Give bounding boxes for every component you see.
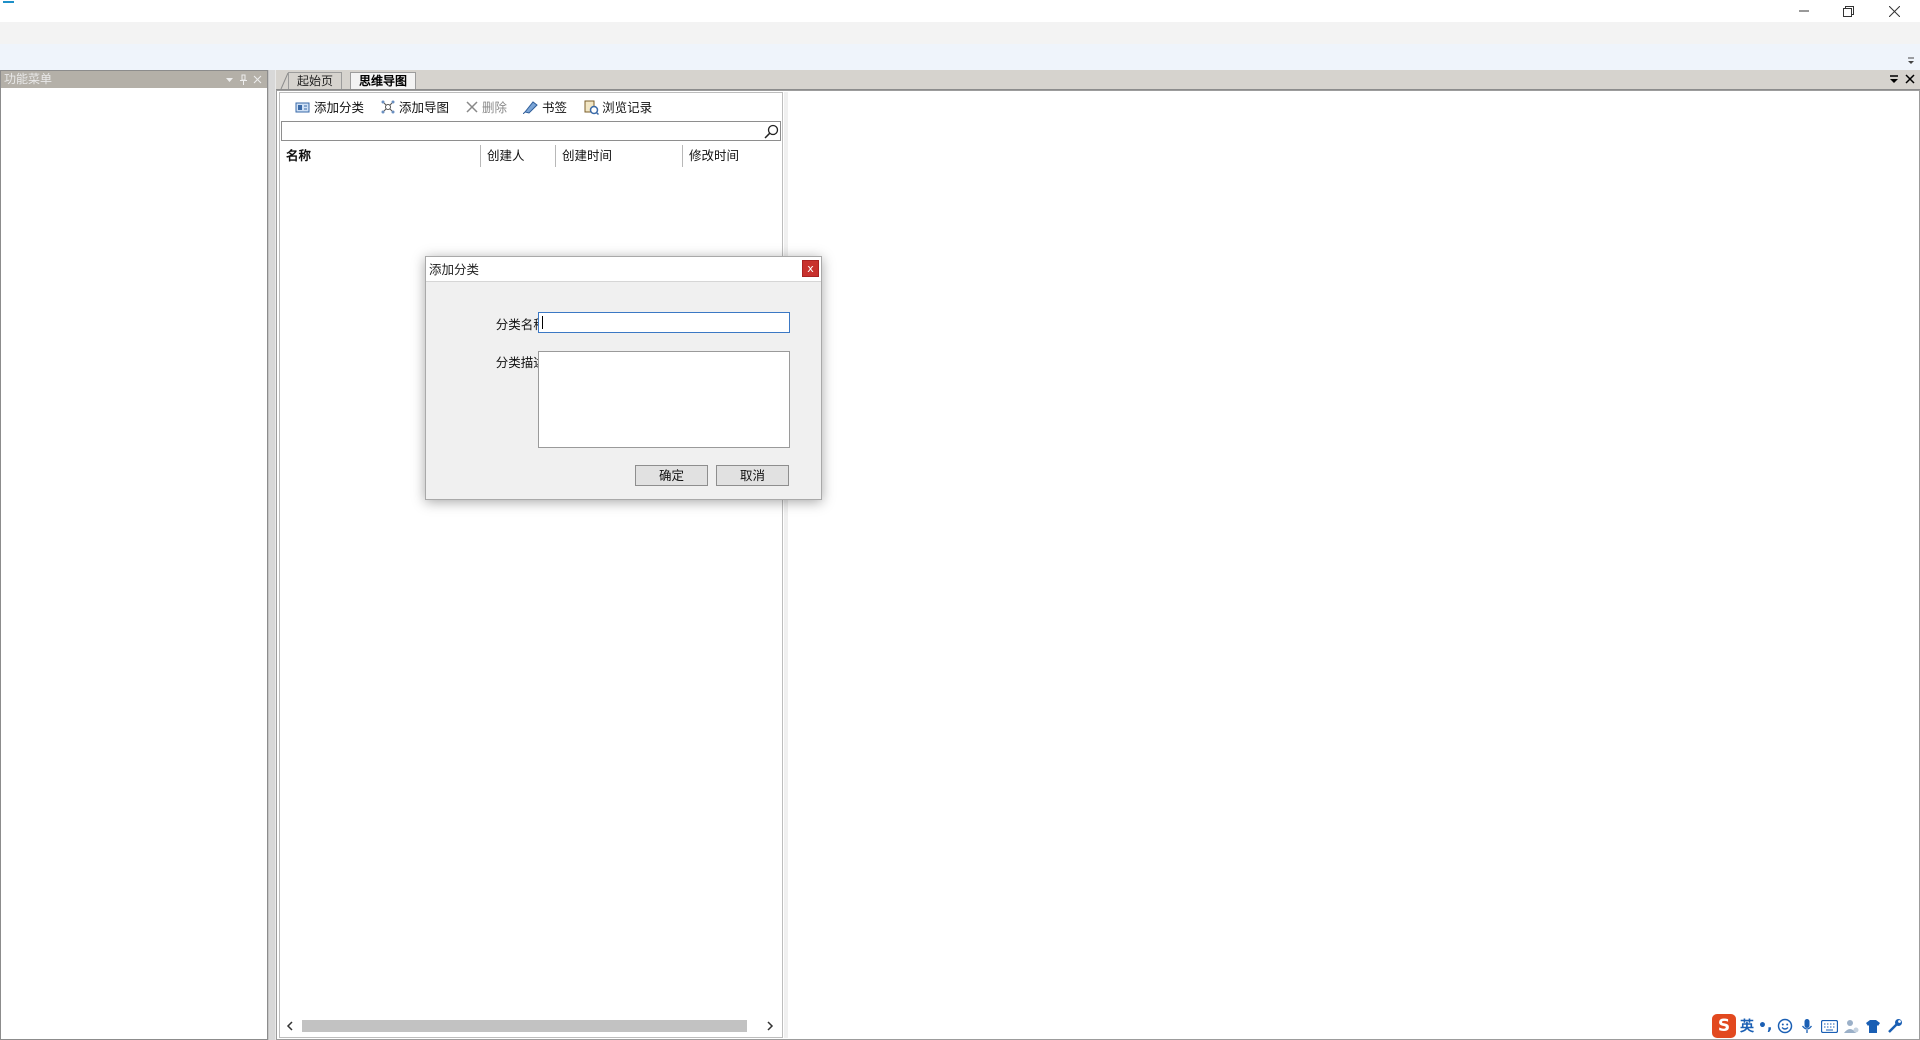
column-header-modified[interactable]: 修改时间 (683, 145, 782, 167)
emoji-icon[interactable] (1776, 1017, 1794, 1035)
history-button[interactable]: 浏览记录 (578, 97, 657, 117)
tab-label: 思维导图 (359, 74, 408, 88)
restore-icon (1842, 5, 1854, 17)
pin-icon[interactable] (237, 73, 249, 85)
panel-title: 功能菜单 (4, 72, 53, 86)
add-category-button[interactable]: 添加分类 (290, 97, 369, 117)
column-header-created[interactable]: 创建时间 (556, 145, 683, 167)
bookmark-button[interactable]: 书签 (518, 97, 572, 117)
history-label: 浏览记录 (602, 100, 653, 115)
column-header-creator[interactable]: 创建人 (481, 145, 556, 167)
delete-x-icon (466, 100, 478, 113)
tab-mind-map[interactable]: 思维导图 (350, 72, 417, 89)
function-menu-panel: 功能菜单 (0, 70, 268, 1040)
scroll-right-icon[interactable] (764, 1020, 776, 1032)
tab-close-icon[interactable] (1904, 73, 1916, 85)
ok-button[interactable]: 确定 (635, 465, 708, 486)
bookmark-label: 书签 (542, 100, 568, 115)
column-label: 创建时间 (562, 148, 613, 163)
minimize-button[interactable] (1782, 0, 1826, 22)
panel-close-icon[interactable] (251, 73, 263, 85)
panel-header: 功能菜单 (1, 71, 267, 88)
category-desc-label: 分类描述: (495, 355, 550, 370)
pane-divider[interactable] (784, 92, 788, 1038)
delete-button[interactable]: 删除 (460, 97, 512, 117)
ribbon-collapse-icon[interactable] (1906, 55, 1916, 65)
skin-shirt-icon[interactable] (1864, 1017, 1882, 1035)
ime-toolbar: S 英 •, (1712, 1014, 1920, 1038)
restore-button[interactable] (1826, 0, 1870, 22)
panel-dropdown-icon[interactable] (223, 73, 235, 85)
cancel-button[interactable]: 取消 (716, 465, 789, 486)
column-label: 修改时间 (689, 148, 740, 163)
history-icon (584, 100, 600, 115)
column-label: 名称 (286, 148, 312, 163)
scrollbar-thumb[interactable] (302, 1020, 747, 1032)
add-map-label: 添加导图 (399, 100, 450, 115)
keyboard-icon[interactable] (1820, 1017, 1838, 1035)
scroll-left-icon[interactable] (284, 1020, 296, 1032)
panel-splitter[interactable] (268, 70, 276, 1040)
dialog-title: 添加分类 (429, 262, 480, 277)
dialog-titlebar[interactable]: 添加分类 x (426, 257, 821, 282)
add-category-icon (295, 102, 310, 112)
add-category-label: 添加分类 (314, 100, 365, 115)
ime-logo[interactable]: S (1712, 1014, 1736, 1038)
app-icon (3, 1, 14, 3)
document-tabstrip: 起始页 思维导图 (276, 70, 1920, 90)
bookmark-icon (523, 100, 538, 114)
ime-punct-toggle[interactable]: •, (1758, 1018, 1772, 1034)
microphone-icon[interactable] (1798, 1017, 1816, 1035)
search-button[interactable] (762, 123, 780, 140)
list-header: 名称 创建人 创建时间 修改时间 (280, 145, 782, 167)
window-titlebar (0, 0, 1920, 22)
tab-label: 起始页 (297, 74, 334, 88)
category-name-input[interactable] (538, 312, 790, 333)
category-name-label: 分类名称: (495, 317, 550, 332)
user-icon[interactable] (1842, 1017, 1860, 1035)
horizontal-scrollbar[interactable] (280, 1016, 782, 1036)
list-toolbar: 添加分类 添加导图 删除 书签 浏览记录 (280, 93, 782, 120)
tab-start-page[interactable]: 起始页 (288, 72, 343, 89)
ribbon-area (0, 44, 1920, 70)
mind-map-icon (381, 100, 395, 113)
settings-wrench-icon[interactable] (1886, 1017, 1904, 1035)
search-input[interactable] (282, 122, 758, 140)
text-caret (542, 316, 543, 329)
column-header-name[interactable]: 名称 (280, 145, 481, 167)
ime-mode-toggle[interactable]: 英 (1740, 1016, 1754, 1036)
category-list-pane: 添加分类 添加导图 删除 书签 浏览记录 名称 创建人 创建时间 修改时间 (279, 92, 783, 1038)
add-map-button[interactable]: 添加导图 (375, 97, 454, 117)
dialog-close-button[interactable]: x (802, 260, 819, 277)
ribbon-tabs-strip (0, 22, 1920, 44)
search-box (281, 121, 781, 141)
add-category-dialog: 添加分类 x 分类名称: 分类描述: 确定 取消 (425, 256, 822, 500)
search-icon (763, 124, 778, 139)
category-desc-textarea[interactable] (538, 351, 790, 448)
close-button[interactable] (1872, 0, 1916, 22)
close-icon (1888, 5, 1900, 17)
column-label: 创建人 (487, 148, 525, 163)
tab-list-icon[interactable] (1888, 73, 1900, 85)
minimize-icon (1799, 10, 1809, 12)
delete-label: 删除 (482, 100, 508, 115)
